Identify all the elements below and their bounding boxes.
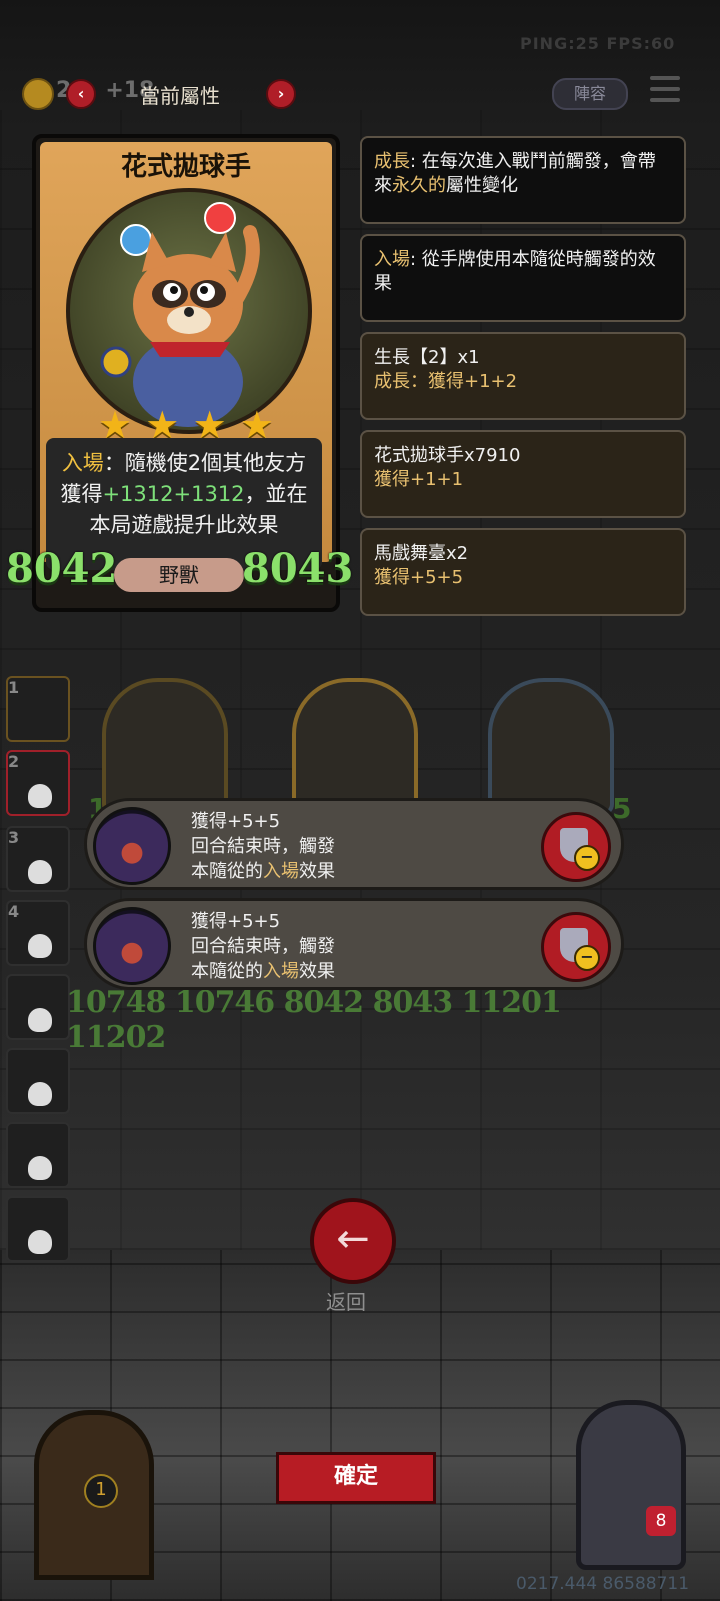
side-slot[interactable]: 3 xyxy=(6,826,70,892)
skull-icon xyxy=(28,784,52,808)
skull-icon xyxy=(28,1082,52,1106)
back-button[interactable]: ← xyxy=(310,1198,396,1284)
panel-text: : 從手牌使用本隨從時觸發的效果 xyxy=(374,249,656,294)
coin-icon xyxy=(22,78,54,110)
keyword-label: 入場 xyxy=(263,961,299,982)
minus-icon: − xyxy=(574,845,600,871)
desc-value-health: +1312 xyxy=(173,482,245,506)
skull-icon xyxy=(28,860,52,884)
board-minion-left[interactable] xyxy=(102,678,228,816)
slot-number: 2 xyxy=(8,752,20,771)
side-slot[interactable] xyxy=(6,1048,70,1114)
effect-text: 獲得+5+5 回合結束時，觸發 本隨從的入場效果 xyxy=(191,809,335,884)
health-badge: 8 xyxy=(646,1506,676,1536)
skull-icon xyxy=(28,1156,52,1180)
tribe-badge: 野獸 xyxy=(114,558,244,592)
chevron-right-icon: › xyxy=(277,84,285,103)
effect-text: 獲得+5+5 回合結束時，觸發 本隨從的入場效果 xyxy=(191,909,335,984)
effect-row: 獲得+5+5 回合結束時，觸發 本隨從的入場效果 − xyxy=(84,798,624,890)
slot-number: 1 xyxy=(8,678,20,697)
effect-line: 獲得+5+5 xyxy=(191,911,281,932)
buff-panel-juggler: 花式拋球手x7910 獲得+1+1 xyxy=(360,430,686,518)
side-slot[interactable]: 2 xyxy=(6,750,70,816)
effect-line: 效果 xyxy=(299,861,335,882)
buff-panel-circus: 馬戲舞臺x2 獲得+5+5 xyxy=(360,528,686,616)
coordinate-readout: 0217.444 86588711 xyxy=(516,1574,690,1594)
slot-number: 3 xyxy=(8,828,20,847)
side-slot[interactable] xyxy=(6,1196,70,1262)
buff-amount: ：獲得+1+2 xyxy=(410,371,518,392)
skull-icon xyxy=(28,1008,52,1032)
keyword-label: 入場 xyxy=(263,861,299,882)
side-slot[interactable] xyxy=(6,1122,70,1188)
keyword-panel-growth: 成長: 在每次進入戰鬥前觸發，會帶來永久的屬性變化 xyxy=(360,136,686,224)
keyword-battlecry: 入場 xyxy=(61,451,104,475)
buff-amount: 獲得+5+5 xyxy=(374,567,464,588)
lineup-button[interactable]: 陣容 xyxy=(552,78,628,110)
side-slot[interactable]: 4 xyxy=(6,900,70,966)
buff-amount: 獲得+1+1 xyxy=(374,469,464,490)
effect-row: 獲得+5+5 回合結束時，觸發 本隨從的入場效果 − xyxy=(84,898,624,990)
effect-line: 本隨從的 xyxy=(191,861,263,882)
attack-stat: 8042 xyxy=(6,545,118,592)
effect-line: 效果 xyxy=(299,961,335,982)
buff-source: 花式拋球手x7910 xyxy=(374,445,521,466)
confirm-button[interactable]: 確定 xyxy=(276,1452,436,1504)
hero-portrait[interactable] xyxy=(576,1400,686,1570)
side-slot[interactable] xyxy=(6,974,70,1040)
prev-button[interactable]: ‹ xyxy=(66,79,96,109)
menu-icon[interactable] xyxy=(650,76,680,102)
minion-card: 花式拋球手 ★ ★ ★ ★ 入場：隨機使2個其他友方獲得+1312+1312，並… xyxy=(32,134,340,612)
effect-line: 回合結束時，觸發 xyxy=(191,936,335,957)
buff-source: 生長【2】x1 xyxy=(374,347,480,368)
side-slot[interactable]: 1 xyxy=(6,676,70,742)
card-name: 花式拋球手 xyxy=(120,152,251,182)
ping-fps-readout: PING:25 FPS:60 xyxy=(520,34,676,53)
raccoon-juggler-portrait xyxy=(66,188,312,434)
board-minion-right[interactable] xyxy=(488,678,614,816)
keyword-label: 入場 xyxy=(374,249,410,270)
remove-effect-button[interactable]: − xyxy=(541,912,611,982)
minus-icon: − xyxy=(574,945,600,971)
remove-effect-button[interactable]: − xyxy=(541,812,611,882)
panel-highlight: 永久的 xyxy=(392,175,446,196)
health-stat: 8043 xyxy=(242,545,354,592)
arrow-left-icon: ← xyxy=(336,1216,370,1262)
desc-value-attack: +1312 xyxy=(102,482,174,506)
circus-stage-icon xyxy=(93,907,171,985)
effect-line: 獲得+5+5 xyxy=(191,811,281,832)
chevron-left-icon: ‹ xyxy=(77,84,85,103)
board-minion-center[interactable] xyxy=(292,678,418,816)
skull-icon xyxy=(28,1230,52,1254)
page-title: 當前屬性 xyxy=(140,84,220,108)
panel-text: 屬性變化 xyxy=(446,175,518,196)
door-badge: 1 xyxy=(84,1474,118,1508)
keyword-label: 成長 xyxy=(374,371,410,392)
buff-panel-growth: 生長【2】x1 成長：獲得+1+2 xyxy=(360,332,686,420)
board-stats: 10748 10746 8042 8043 11201 11202 xyxy=(66,985,562,1055)
skull-icon xyxy=(28,934,52,958)
effect-line: 本隨從的 xyxy=(191,961,263,982)
effect-line: 回合結束時，觸發 xyxy=(191,836,335,857)
slot-number: 4 xyxy=(8,902,20,921)
keyword-label: 成長 xyxy=(374,151,410,172)
keyword-panel-battlecry: 入場: 從手牌使用本隨從時觸發的效果 xyxy=(360,234,686,322)
circus-stage-icon xyxy=(93,807,171,885)
next-button[interactable]: › xyxy=(266,79,296,109)
buff-source: 馬戲舞臺x2 xyxy=(374,543,469,564)
back-label: 返回 xyxy=(326,1290,366,1314)
